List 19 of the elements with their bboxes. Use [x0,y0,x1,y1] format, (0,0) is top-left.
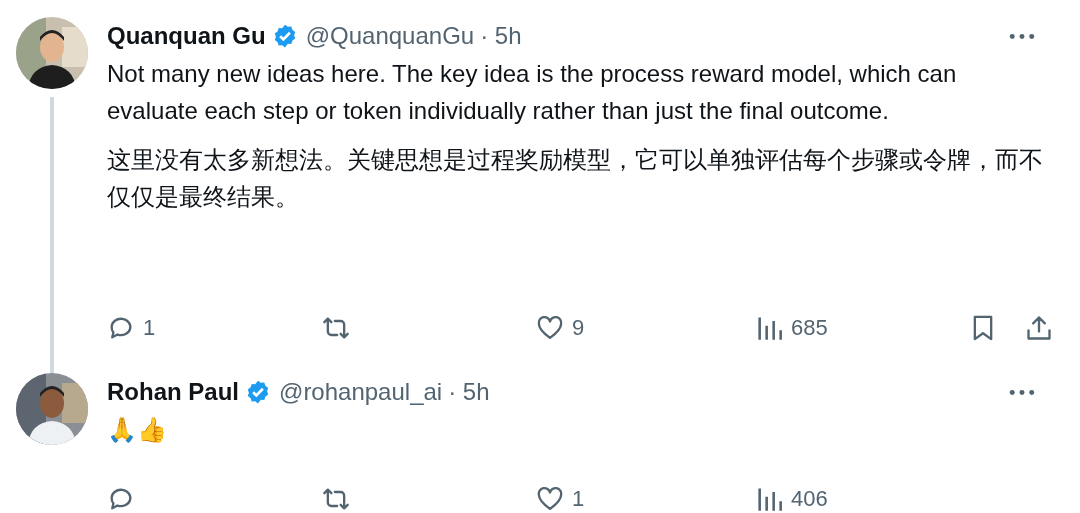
author-handle[interactable]: @QuanquanGu [305,22,475,50]
reply-count: 1 [143,315,156,341]
author-name[interactable]: Rohan Paul [107,378,239,406]
more-icon[interactable] [1009,32,1035,40]
more-icon[interactable] [1009,388,1035,396]
like-count: 9 [572,315,585,341]
views-count: 406 [791,486,828,512]
author-handle[interactable]: @rohanpaul_ai [279,378,443,406]
tweet-text: Not many new ideas here. The key idea is the process reward model, which can evaluate each step or token individually rather than just the final outcome. [107,59,958,126]
share-icon[interactable] [1025,314,1053,342]
like-count: 1 [572,486,585,512]
tweet-text: 🙏👍 [107,415,168,445]
author-name[interactable]: Quanquan Gu [107,22,266,50]
heart-icon[interactable] [536,314,564,342]
timestamp[interactable]: · 5h [448,378,490,406]
tweet-text: 这里没有太多新想法。关键思想是过程奖励模型，它可以单独评估每个步骤或令牌，而不仅仅是最终结果。 [107,145,1044,212]
heart-icon[interactable] [536,485,564,513]
timestamp[interactable]: · 5h [480,22,522,50]
views-count: 685 [791,315,828,341]
